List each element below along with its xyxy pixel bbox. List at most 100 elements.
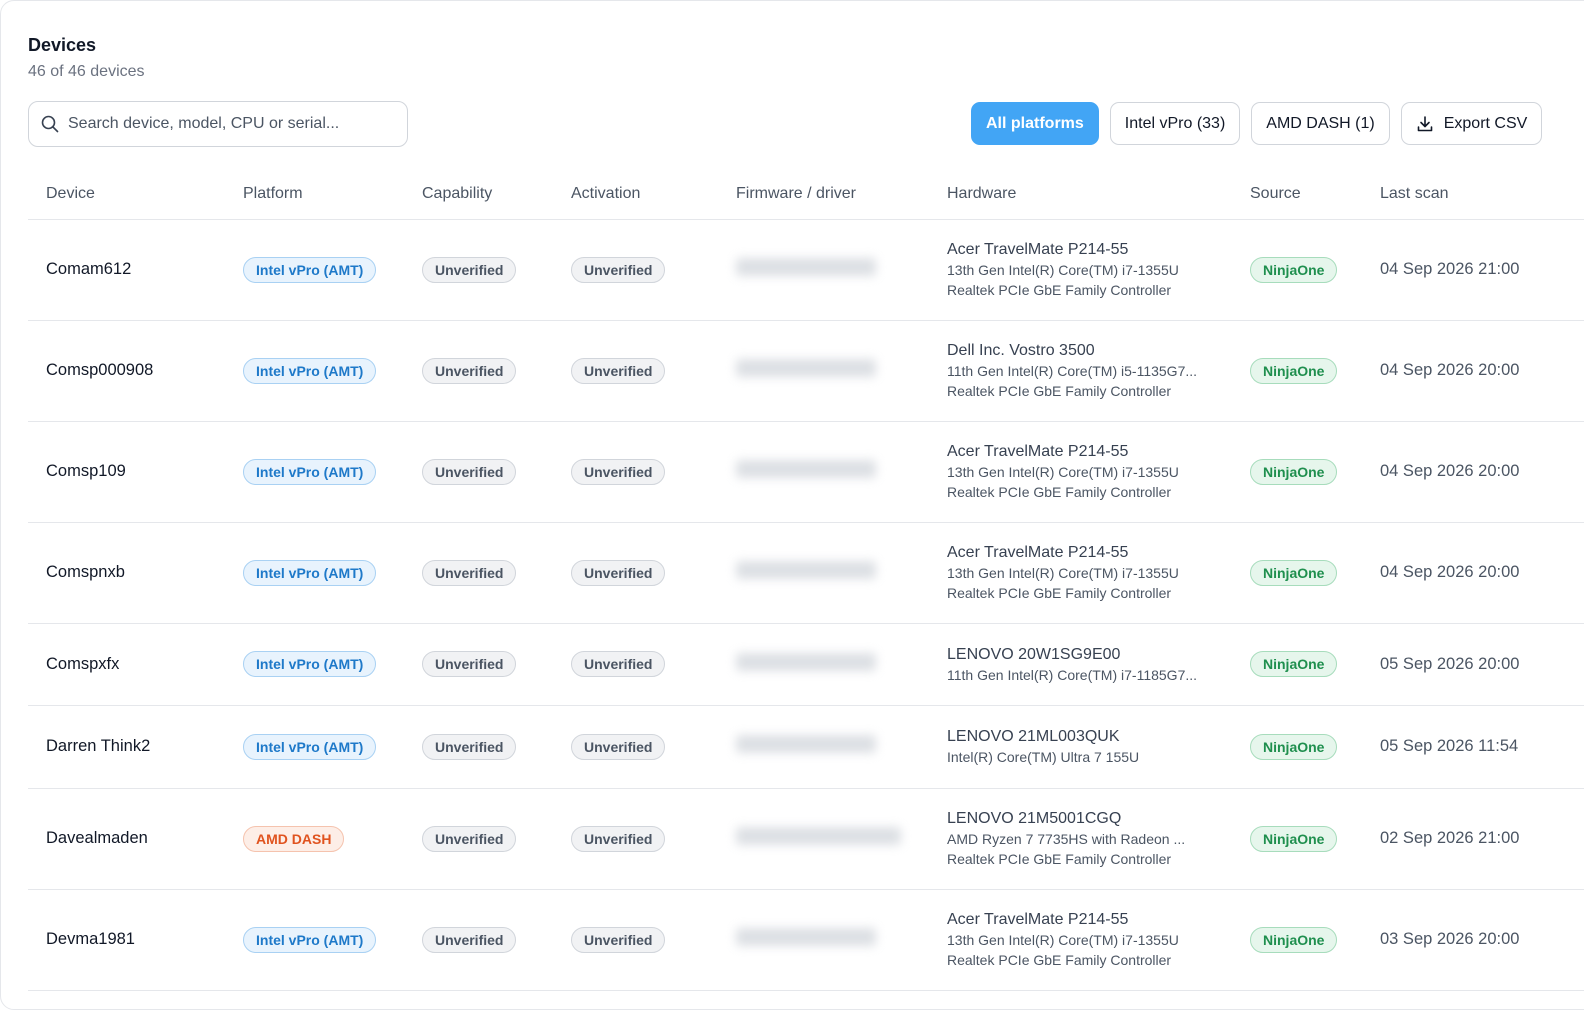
last-scan: 02 Sep 2026 21:00 [1380, 788, 1584, 890]
hardware-detail: 11th Gen Intel(R) Core(TM) i5-1135G7... [947, 363, 1198, 379]
hardware-model: Acer TravelMate P214-55 [947, 443, 1129, 460]
device-name[interactable]: Comspxfx [28, 623, 243, 706]
column-device[interactable]: Device [28, 169, 243, 220]
source-cell: NinjaOne [1250, 788, 1380, 890]
last-scan: 05 Sep 2026 11:54 [1380, 705, 1584, 789]
source-badge: NinjaOne [1250, 357, 1338, 384]
hardware-model: Acer TravelMate P214-55 [947, 911, 1129, 928]
activation-badge: Unverified [571, 651, 666, 677]
activation-badge: Unverified [571, 357, 666, 384]
source-badge: NinjaOne [1250, 458, 1338, 485]
column-last-scan[interactable]: Last scan [1380, 169, 1584, 220]
capability-cell: Unverified [422, 421, 571, 523]
table-row[interactable]: Comam612 Intel vPro (AMT) Unverified Unv… [28, 219, 1584, 321]
hardware-model: Dell Inc. Vostro 3500 [947, 342, 1095, 359]
capability-badge: Unverified [422, 559, 517, 586]
hardware-detail: AMD Ryzen 7 7735HS with Radeon ... [947, 831, 1186, 847]
export-csv-button[interactable]: Export CSV [1400, 102, 1543, 145]
capability-cell: Unverified [422, 219, 571, 321]
hardware-detail: 13th Gen Intel(R) Core(TM) i7-1355U [947, 262, 1179, 278]
activation-cell: Unverified [571, 320, 736, 422]
device-name[interactable]: Davealmaden [28, 788, 243, 890]
platform-badge: Intel vPro (AMT) [243, 926, 377, 953]
table-row[interactable]: Comsp109 Intel vPro (AMT) Unverified Unv… [28, 421, 1584, 523]
device-name[interactable]: Comam612 [28, 219, 243, 321]
source-badge: NinjaOne [1250, 733, 1338, 760]
platform-cell: AMD DASH [243, 788, 422, 890]
hardware-cell: Acer TravelMate P214-55 13th Gen Intel(R)… [947, 522, 1250, 624]
firmware-redacted [736, 258, 876, 276]
table-row[interactable]: Comspnxb Intel vPro (AMT) Unverified Unv… [28, 522, 1584, 624]
hardware-cell: LENOVO 21M5001CGQ AMD Ryzen 7 7735HS with… [947, 788, 1250, 890]
capability-cell: Unverified [422, 788, 571, 890]
platform-cell: Intel vPro (AMT) [243, 320, 422, 422]
device-count: 46 of 46 devices [28, 63, 145, 80]
capability-cell: Unverified [422, 522, 571, 624]
hardware-model: LENOVO 21M5001CGQ [947, 810, 1122, 827]
firmware-cell [736, 788, 947, 890]
device-name[interactable]: Comsp109 [28, 421, 243, 523]
capability-badge: Unverified [422, 825, 517, 852]
capability-badge: Unverified [422, 651, 517, 677]
filter-intel-vpro-button[interactable]: Intel vPro (33) [1109, 102, 1241, 145]
table-row[interactable]: Comsp000908 Intel vPro (AMT) Unverified … [28, 320, 1584, 422]
platform-cell: Intel vPro (AMT) [243, 705, 422, 789]
firmware-redacted [736, 359, 876, 377]
filter-all-platforms-button[interactable]: All platforms [971, 102, 1099, 145]
hardware-cell: Acer TravelMate P214-55 13th Gen Intel(R)… [947, 219, 1250, 321]
hardware-detail: 11th Gen Intel(R) Core(TM) i7-1185G7... [947, 666, 1198, 683]
page-title: Devices [28, 35, 97, 55]
capability-badge: Unverified [422, 733, 517, 760]
last-scan: 04 Sep 2026 20:00 [1380, 522, 1584, 624]
activation-cell: Unverified [571, 788, 736, 890]
source-cell: NinjaOne [1250, 705, 1380, 789]
source-badge: NinjaOne [1250, 651, 1338, 677]
column-capability[interactable]: Capability [422, 169, 571, 220]
source-badge: NinjaOne [1250, 825, 1338, 852]
hardware-detail: 13th Gen Intel(R) Core(TM) i7-1355U [947, 464, 1179, 480]
hardware-model: Acer TravelMate P214-55 [947, 241, 1129, 258]
last-scan: 04 Sep 2026 20:00 [1380, 320, 1584, 422]
column-source[interactable]: Source [1250, 169, 1380, 220]
column-platform[interactable]: Platform [243, 169, 422, 220]
source-badge: NinjaOne [1250, 926, 1338, 953]
table-row[interactable]: Darren Think2 Intel vPro (AMT) Unverifie… [28, 705, 1584, 789]
hardware-detail: Intel(R) Core(TM) Ultra 7 155U [947, 749, 1140, 765]
hardware-detail: Realtek PCIe GbE Family Controller [947, 585, 1172, 601]
firmware-redacted [736, 827, 901, 845]
search-icon [41, 115, 59, 133]
page-header: Devices 46 of 46 devices [28, 35, 145, 81]
column-firmware[interactable]: Firmware / driver [736, 169, 947, 220]
table-row[interactable]: Davealmaden AMD DASH Unverified Unverifi… [28, 788, 1584, 890]
activation-cell: Unverified [571, 522, 736, 624]
last-scan: 05 Sep 2026 20:00 [1380, 623, 1584, 706]
device-name[interactable]: Comspnxb [28, 522, 243, 624]
capability-cell: Unverified [422, 320, 571, 422]
activation-badge: Unverified [571, 926, 666, 953]
device-name[interactable]: Devma1981 [28, 889, 243, 991]
firmware-redacted [736, 561, 876, 579]
table-row[interactable]: Devma1981 Intel vPro (AMT) Unverified Un… [28, 889, 1584, 991]
platform-cell: Intel vPro (AMT) [243, 889, 422, 991]
firmware-cell [736, 522, 947, 624]
firmware-cell [736, 320, 947, 422]
hardware-detail: 13th Gen Intel(R) Core(TM) i7-1355U [947, 932, 1179, 948]
platform-badge: Intel vPro (AMT) [243, 651, 377, 677]
source-cell: NinjaOne [1250, 522, 1380, 624]
firmware-redacted [736, 460, 876, 478]
hardware-detail: Realtek PCIe GbE Family Controller [947, 851, 1172, 867]
column-hardware[interactable]: Hardware [947, 169, 1250, 220]
source-badge: NinjaOne [1250, 256, 1338, 283]
activation-cell: Unverified [571, 421, 736, 523]
platform-cell: Intel vPro (AMT) [243, 522, 422, 624]
column-activation[interactable]: Activation [571, 169, 736, 220]
device-name[interactable]: Comsp000908 [28, 320, 243, 422]
filter-amd-dash-button[interactable]: AMD DASH (1) [1251, 102, 1390, 145]
hardware-detail: Realtek PCIe GbE Family Controller [947, 282, 1172, 298]
table-row[interactable]: Comspxfx Intel vPro (AMT) Unverified Unv… [28, 623, 1584, 706]
hardware-model: LENOVO 20W1SG9E00 [947, 645, 1121, 663]
platform-cell: Intel vPro (AMT) [243, 623, 422, 706]
search-input[interactable] [68, 115, 388, 133]
search-box[interactable] [28, 101, 408, 147]
device-name[interactable]: Darren Think2 [28, 705, 243, 789]
